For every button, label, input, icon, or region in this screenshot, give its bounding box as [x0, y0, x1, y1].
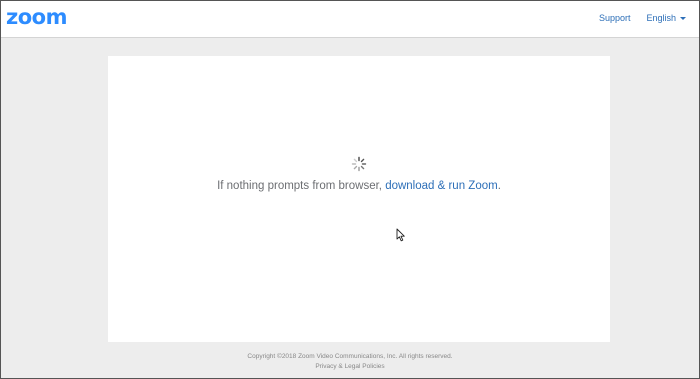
top-header: zoom Support English: [0, 0, 700, 38]
language-label: English: [646, 13, 676, 23]
mouse-pointer-icon: [396, 228, 405, 242]
privacy-legal-link[interactable]: Privacy & Legal Policies: [0, 362, 700, 372]
caret-down-icon: [680, 17, 686, 20]
launch-message-period: .: [497, 180, 501, 192]
zoom-logo[interactable]: zoom: [6, 5, 67, 29]
language-dropdown[interactable]: English: [646, 13, 686, 23]
header-nav: Support English: [599, 13, 686, 23]
launch-message-text: If nothing prompts from browser,: [217, 180, 386, 192]
download-run-zoom-link[interactable]: download & run Zoom: [385, 180, 498, 192]
loading-spinner-icon: [351, 156, 367, 172]
page-footer: Copyright ©2018 Zoom Video Communication…: [0, 352, 700, 372]
launch-message: If nothing prompts from browser, downloa…: [108, 180, 610, 192]
support-link[interactable]: Support: [599, 13, 631, 23]
launch-card: If nothing prompts from browser, downloa…: [108, 56, 610, 342]
copyright-text: Copyright ©2018 Zoom Video Communication…: [247, 353, 453, 360]
